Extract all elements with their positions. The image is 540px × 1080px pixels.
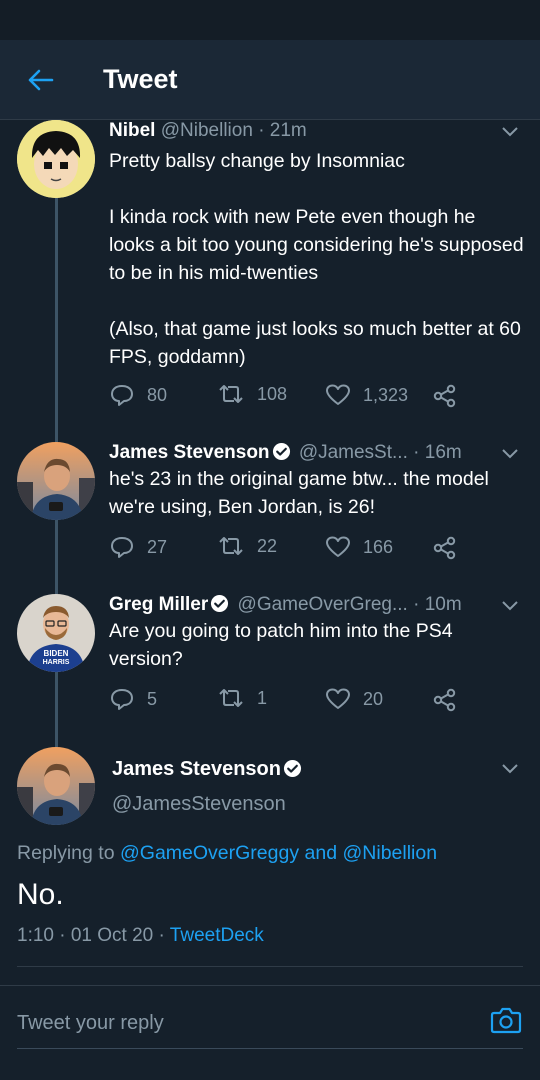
tweet-time: · 10m bbox=[413, 594, 462, 615]
reply-count: 27 bbox=[147, 536, 168, 557]
header: Tweet bbox=[0, 40, 540, 120]
retweet-count: 108 bbox=[257, 383, 288, 404]
focused-tweet-text: No. bbox=[17, 878, 64, 911]
share-icon bbox=[433, 384, 456, 408]
thread-tweet[interactable]: BIDEN HARRIS Greg Miller @GameOverGreg..… bbox=[0, 592, 540, 732]
author-handle: @Nibellion bbox=[160, 120, 253, 141]
chevron-down-icon[interactable] bbox=[500, 125, 520, 139]
retweet-icon bbox=[219, 537, 243, 555]
replying-user-link[interactable]: @Nibellion bbox=[342, 842, 437, 864]
retweet-action[interactable]: 1 bbox=[217, 687, 267, 709]
reply-count: 5 bbox=[147, 688, 158, 709]
author-name[interactable]: James Stevenson bbox=[109, 442, 270, 463]
reply-icon bbox=[111, 537, 133, 558]
shirt-text-line1: BIDEN bbox=[44, 649, 69, 658]
tweet-time: · 21m bbox=[258, 120, 307, 141]
replying-prefix: Replying to bbox=[17, 842, 115, 864]
back-button[interactable] bbox=[22, 62, 58, 98]
reply-action[interactable]: 5 bbox=[109, 687, 157, 711]
replying-user-link[interactable]: @GameOverGreggy bbox=[120, 842, 299, 864]
avatar[interactable] bbox=[17, 442, 95, 520]
chevron-down-icon[interactable] bbox=[500, 447, 520, 461]
heart-icon bbox=[326, 384, 350, 405]
retweet-icon bbox=[219, 385, 243, 403]
retweet-icon bbox=[219, 689, 243, 707]
reply-input[interactable]: Tweet your reply bbox=[17, 1012, 164, 1035]
arrow-left-icon bbox=[28, 69, 54, 91]
shirt-text-line2: HARRIS bbox=[43, 659, 70, 666]
chevron-down-icon[interactable] bbox=[500, 762, 520, 776]
page-title: Tweet bbox=[103, 64, 178, 94]
retweet-count: 1 bbox=[257, 687, 268, 708]
tweet-text: Are you going to patch him into the PS4 … bbox=[109, 620, 459, 670]
verified-badge-icon bbox=[272, 442, 290, 461]
tweet-actions: 80 108 1,323 bbox=[109, 383, 529, 413]
camera-icon[interactable] bbox=[490, 1005, 522, 1035]
avatar-photo bbox=[17, 442, 95, 520]
focused-tweet: James Stevenson @JamesStevenson bbox=[0, 745, 540, 835]
heart-icon bbox=[326, 688, 350, 709]
like-action[interactable]: 1,323 bbox=[325, 383, 408, 407]
avatar-photo: BIDEN HARRIS bbox=[17, 594, 95, 672]
like-action[interactable]: 20 bbox=[325, 687, 383, 711]
retweet-action[interactable]: 22 bbox=[217, 535, 277, 557]
avatar[interactable]: BIDEN HARRIS bbox=[17, 594, 95, 672]
reply-input-underline bbox=[17, 1048, 523, 1049]
avatar-photo bbox=[17, 747, 95, 825]
reply-composer[interactable]: Tweet your reply bbox=[0, 985, 540, 1080]
verified-badge-icon bbox=[211, 594, 229, 613]
share-action[interactable] bbox=[432, 383, 470, 409]
share-action[interactable] bbox=[432, 687, 470, 713]
reply-icon bbox=[111, 689, 133, 710]
tweet-time: · 16m bbox=[413, 442, 462, 463]
tweet-meta: 1:10 · 01 Oct 20 · TweetDeck bbox=[17, 925, 264, 947]
tweet-text: Pretty ballsy change by Insomniac I kind… bbox=[109, 150, 524, 368]
tweet-text: he's 23 in the original game btw... the … bbox=[109, 468, 495, 518]
share-icon bbox=[433, 536, 456, 560]
tweet-header: Greg Miller @GameOverGreg... · 10m bbox=[109, 594, 500, 616]
reply-action[interactable]: 27 bbox=[109, 535, 167, 559]
verified-badge-icon bbox=[283, 759, 302, 778]
author-handle: @JamesStevenson bbox=[112, 793, 286, 815]
heart-icon bbox=[326, 536, 350, 557]
thread-tweet[interactable]: Nibel @Nibellion · 21m Pretty ballsy cha… bbox=[0, 120, 540, 420]
tweet-header: James Stevenson @JamesSt... · 16m bbox=[109, 442, 500, 464]
avatar[interactable] bbox=[17, 747, 95, 825]
author-name[interactable]: Greg Miller bbox=[109, 594, 208, 615]
author-handle: @JamesSt... bbox=[298, 442, 408, 463]
thread-tweet[interactable]: James Stevenson @JamesSt... · 16m he's 2… bbox=[0, 440, 540, 580]
author-handle: @GameOverGreg... bbox=[237, 594, 408, 615]
like-count: 1,323 bbox=[363, 384, 409, 405]
reply-action[interactable]: 80 bbox=[109, 383, 167, 407]
reply-count: 80 bbox=[147, 384, 168, 405]
share-action[interactable] bbox=[432, 535, 470, 561]
tweet-header: Nibel @Nibellion · 21m bbox=[109, 120, 500, 142]
like-action[interactable]: 166 bbox=[325, 535, 393, 559]
like-count: 166 bbox=[363, 536, 394, 557]
tweet-actions: 5 1 20 bbox=[109, 687, 529, 717]
avatar-illustration bbox=[17, 120, 95, 198]
status-bar bbox=[0, 0, 540, 40]
share-icon bbox=[433, 688, 456, 712]
chevron-down-icon[interactable] bbox=[500, 599, 520, 613]
avatar[interactable] bbox=[17, 120, 95, 198]
tweet-timestamp: 1:10 · 01 Oct 20 · bbox=[17, 925, 165, 946]
focused-author: James Stevenson bbox=[112, 758, 305, 781]
replying-and: and bbox=[304, 842, 338, 864]
divider bbox=[17, 966, 523, 967]
reply-icon bbox=[111, 385, 133, 406]
replying-to: Replying to @GameOverGreggy and @Nibelli… bbox=[17, 842, 437, 865]
retweet-count: 22 bbox=[257, 535, 278, 556]
like-count: 20 bbox=[363, 688, 384, 709]
retweet-action[interactable]: 108 bbox=[217, 383, 287, 405]
tweet-source-link[interactable]: TweetDeck bbox=[170, 925, 264, 946]
author-name[interactable]: Nibel bbox=[109, 120, 155, 141]
tweet-actions: 27 22 166 bbox=[109, 535, 529, 565]
author-name[interactable]: James Stevenson bbox=[112, 758, 281, 780]
